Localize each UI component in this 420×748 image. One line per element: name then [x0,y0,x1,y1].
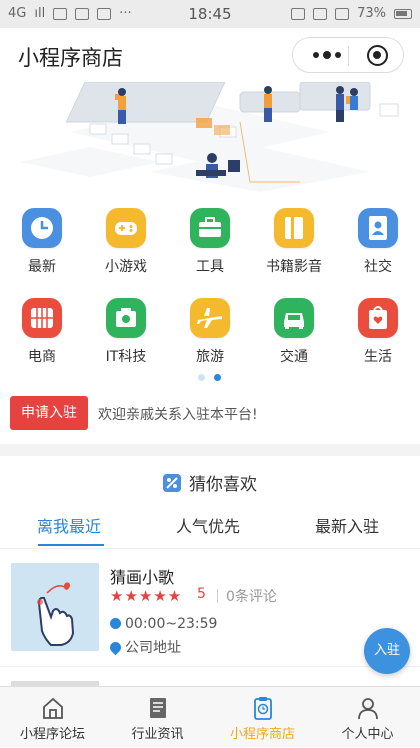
category-label: 旅游 [196,349,224,365]
apply-button[interactable]: 申请入驻 [10,396,88,430]
rating-score: 5 [197,586,206,602]
tab-nearest[interactable]: 离我最近 [37,513,101,537]
clock-small-icon [110,618,121,629]
category-item-transport[interactable]: 交通 [259,298,329,366]
category-item-tools[interactable]: 工具 [175,208,245,276]
listing-name: 猜画小歌 [110,568,175,587]
star-rating: ★★★★★ [110,587,183,605]
gamepad-icon [106,208,146,248]
category-item-travel[interactable]: 旅游 [175,298,245,366]
category-label: 最新 [28,259,56,275]
mini-program-capsule [292,37,404,73]
tab-divider [0,548,420,549]
capsule-divider [348,46,349,66]
close-target-icon[interactable] [367,45,388,66]
list-item[interactable]: 猜画小歌 ★★★★★ 5 0条评论 00:00~23:59 公司地址 [0,550,420,666]
category-label: IT科技 [105,349,147,365]
tabbar-item-forum[interactable]: 小程序论坛 [0,687,105,748]
battery-icon [394,8,412,19]
tab-popular[interactable]: 人气优先 [176,513,240,537]
clipboard-clock-icon [250,695,276,721]
tabbar-label: 行业资讯 [131,727,184,742]
globe-icon [22,298,62,338]
category-item-social[interactable]: 社交 [343,208,413,276]
category-label: 工具 [196,259,224,275]
tab-newest[interactable]: 最新入驻 [315,513,379,537]
book-icon [274,208,314,248]
category-label: 交通 [280,349,308,365]
status-bar: 4G ıll ··· 18:45 73% [0,0,420,28]
tabbar-label: 个人中心 [341,727,394,742]
section-divider [0,444,420,456]
wifi-icon [335,7,350,20]
bottom-tab-bar: 小程序论坛 行业资讯 小程序商店 个人中心 [0,686,420,747]
recommend-icon [163,474,181,492]
pager-dot-active[interactable] [214,374,221,381]
category-item-books-media[interactable]: 书籍影音 [259,208,329,276]
category-label: 书籍影音 [266,259,322,275]
review-count: 0条评论 [226,589,277,605]
isometric-illustration-icon [20,82,399,192]
airplane-icon [190,298,230,338]
category-label: 小游戏 [105,259,147,275]
list-item-next[interactable] [0,666,420,691]
contact-card-icon [358,208,398,248]
listing-address: 公司地址 [107,637,181,657]
section-title: 猜你喜欢 [189,475,257,495]
listing-thumbnail [11,563,99,651]
pointing-hand-icon [11,563,99,651]
business-hours: 00:00~23:59 [110,616,217,632]
person-icon [355,695,381,721]
clock-icon [22,208,62,248]
pager-dot[interactable] [198,374,205,381]
tab-indicator [38,544,104,546]
tabbar-label: 小程序商店 [229,727,295,742]
category-label: 社交 [364,259,392,275]
join-fab-button[interactable]: 入驻 [364,628,410,674]
section-header: 猜你喜欢 [0,470,420,495]
toolbox-icon [190,208,230,248]
location-pin-icon [107,639,124,656]
page-title: 小程序商店 [18,46,123,70]
category-label: 生活 [364,349,392,365]
nav-bar: 小程序商店 [0,28,420,82]
address-text: 公司地址 [125,640,181,656]
camera-icon [106,298,146,338]
welcome-text: 欢迎亲戚关系入驻本平台! [98,407,258,423]
category-label: 电商 [28,349,56,365]
rating-divider [217,589,218,603]
tabbar-label: 小程序论坛 [19,727,85,742]
category-item-latest[interactable]: 最新 [7,208,77,276]
more-menu-icon[interactable] [307,47,347,63]
document-icon [145,695,171,721]
category-item-ecommerce[interactable]: 电商 [7,298,77,366]
alarm-icon [313,7,328,20]
tabbar-item-store[interactable]: 小程序商店 [210,687,315,748]
vibrate-icon [291,7,306,20]
tabbar-item-profile[interactable]: 个人中心 [315,687,420,748]
category-item-it-tech[interactable]: IT科技 [91,298,161,366]
car-icon [274,298,314,338]
heart-bag-icon [358,298,398,338]
hours-text: 00:00~23:59 [125,616,218,632]
category-item-life[interactable]: 生活 [343,298,413,366]
banner-illustration[interactable] [0,82,420,192]
tabbar-item-news[interactable]: 行业资讯 [105,687,210,748]
battery-percent: 73% [357,6,386,21]
house-icon [40,695,66,721]
category-item-minigames[interactable]: 小游戏 [91,208,161,276]
